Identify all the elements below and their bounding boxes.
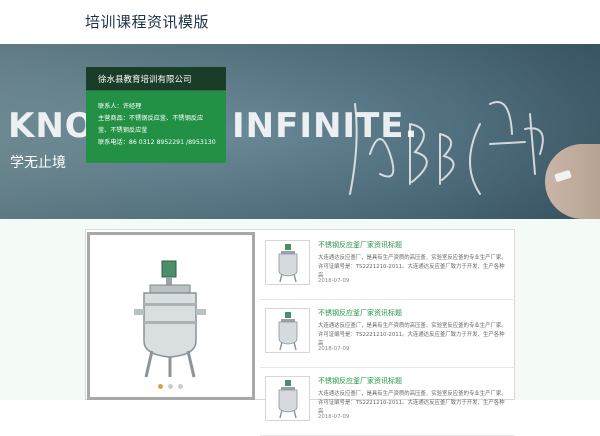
news-thumbnail[interactable] [265,376,310,421]
company-details: 联系人：许经理 主营商品：不锈钢反应釜、不锈钢反应 釜、不锈钢反应釜 联系电话：… [86,91,226,163]
banner-tagline: 学无止境 [10,155,66,171]
company-products: 主营商品：不锈钢反应釜、不锈钢反应 [98,115,204,122]
slider-dot-2[interactable] [168,384,173,389]
slider-dot-1[interactable] [158,384,163,389]
news-description: 大连通达反应釜厂，是具有生产资质的高压釜、实验室反应釜的专业生产厂家。许可证编号… [318,323,507,347]
news-item[interactable]: 不锈钢反应釜厂家资讯标题 大连通达反应釜厂，是具有生产资质的高压釜、实验室反应釜… [260,232,515,300]
company-products-cont: 釜、不锈钢反应釜 [98,127,148,134]
slider-pagination [158,384,183,389]
news-item[interactable]: 不锈钢反应釜厂家资讯标题 大连通达反应釜厂，是具有生产资质的高压釜、实验室反应釜… [260,300,515,368]
news-title[interactable]: 不锈钢反应釜厂家资讯标题 [318,376,402,386]
chalkboard-math-illustration [349,101,544,195]
news-date: 2018-07-09 [318,278,350,284]
news-date: 2018-07-09 [318,346,350,352]
reactor-thumbnail-image [278,380,298,418]
news-title[interactable]: 不锈钢反应釜厂家资讯标题 [318,308,402,318]
reactor-vessel-image [134,260,206,378]
company-phone: 联系电话：86 0312 8952291 /8953130 [98,139,216,146]
company-name: 徐水县教育培训有限公司 [86,67,226,91]
news-thumbnail[interactable] [265,308,310,353]
news-description: 大连通达反应釜厂，是具有生产资质的高压釜、实验室反应釜的专业生产厂家。许可证编号… [318,391,507,415]
slider-dot-3[interactable] [178,384,183,389]
reactor-thumbnail-image [278,244,298,282]
news-thumbnail[interactable] [265,240,310,285]
news-description: 大连通达反应釜厂，是具有生产资质的高压釜、实验室反应釜的专业生产厂家。许可证编号… [318,255,507,279]
news-title[interactable]: 不锈钢反应釜厂家资讯标题 [318,240,402,250]
site-title[interactable]: 培训课程资讯模版 [85,11,209,32]
header: 培训课程资讯模版 [0,0,600,44]
reactor-thumbnail-image [278,312,298,350]
news-date: 2018-07-09 [318,414,350,420]
company-contact: 联系人：许经理 [98,103,142,110]
product-image-slider[interactable] [87,232,255,400]
company-info-card: 徐水县教育培训有限公司 联系人：许经理 主营商品：不锈钢反应釜、不锈钢反应 釜、… [86,67,226,163]
news-item[interactable]: 不锈钢反应釜厂家资讯标题 大连通达反应釜厂，是具有生产资质的高压釜、实验室反应釜… [260,368,515,436]
